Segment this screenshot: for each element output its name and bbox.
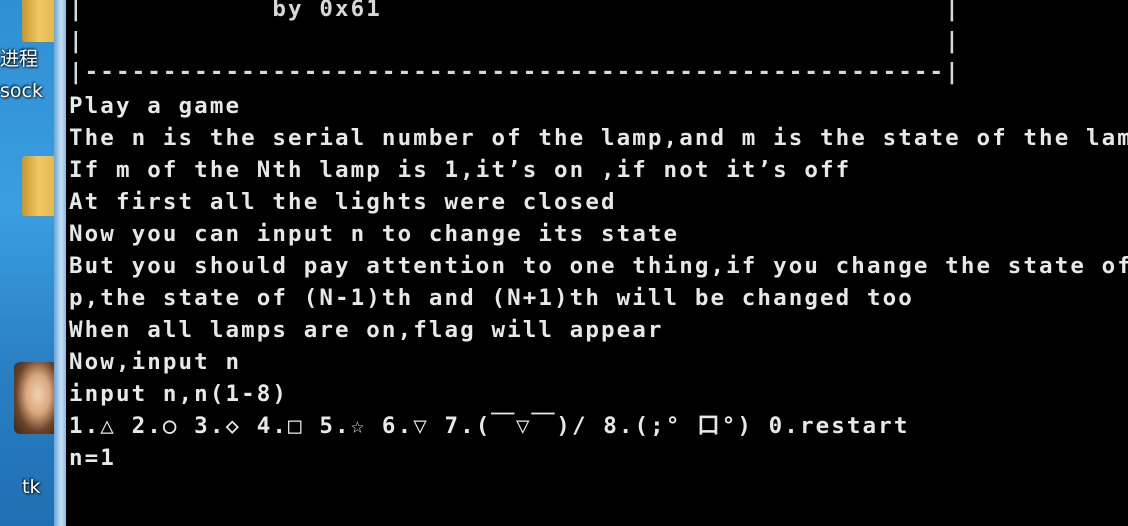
console-input-line[interactable]: n=1 — [69, 442, 116, 474]
console-prompt: input n,n(1-8) — [69, 381, 289, 407]
console-prompt: Now,input n — [69, 349, 242, 375]
console-line: When all lamps are on,flag will appear — [69, 317, 664, 343]
desktop-icon-label[interactable]: sock — [0, 80, 54, 102]
desktop-background: 进程 sock tk — [0, 0, 54, 526]
screen: 进程 sock tk | by 0x61 | | | |------------… — [0, 0, 1128, 526]
console-line: But you should pay attention to one thin… — [69, 253, 1128, 279]
lamp-symbol-list: 1.△ 2.○ 3.◇ 4.□ 5.☆ 6.▽ 7.(￣▽￣)/ 8.(;° 口… — [69, 413, 910, 439]
banner-line: | | — [69, 28, 961, 54]
console-window[interactable]: | by 0x61 | | | |-----------------------… — [66, 0, 1128, 526]
desktop-icon-label[interactable]: tk — [22, 476, 54, 498]
console-line: p,the state of (N-1)th and (N+1)th will … — [69, 285, 914, 311]
folder-icon[interactable] — [22, 0, 54, 42]
folder-icon[interactable] — [22, 156, 54, 216]
desktop-icon-label[interactable]: 进程 — [0, 44, 54, 71]
portrait-icon[interactable] — [14, 362, 54, 434]
console-line: At first all the lights were closed — [69, 189, 617, 215]
console-line: If m of the Nth lamp is 1,it’s on ,if no… — [69, 157, 852, 183]
console-line: The n is the serial number of the lamp,a… — [69, 125, 1128, 151]
console-line: Now you can input n to change its state — [69, 221, 680, 247]
banner-line: | by 0x61 | — [69, 0, 961, 22]
console-line: Play a game — [69, 93, 242, 119]
window-border — [54, 0, 66, 526]
banner-divider: |---------------------------------------… — [69, 59, 961, 85]
